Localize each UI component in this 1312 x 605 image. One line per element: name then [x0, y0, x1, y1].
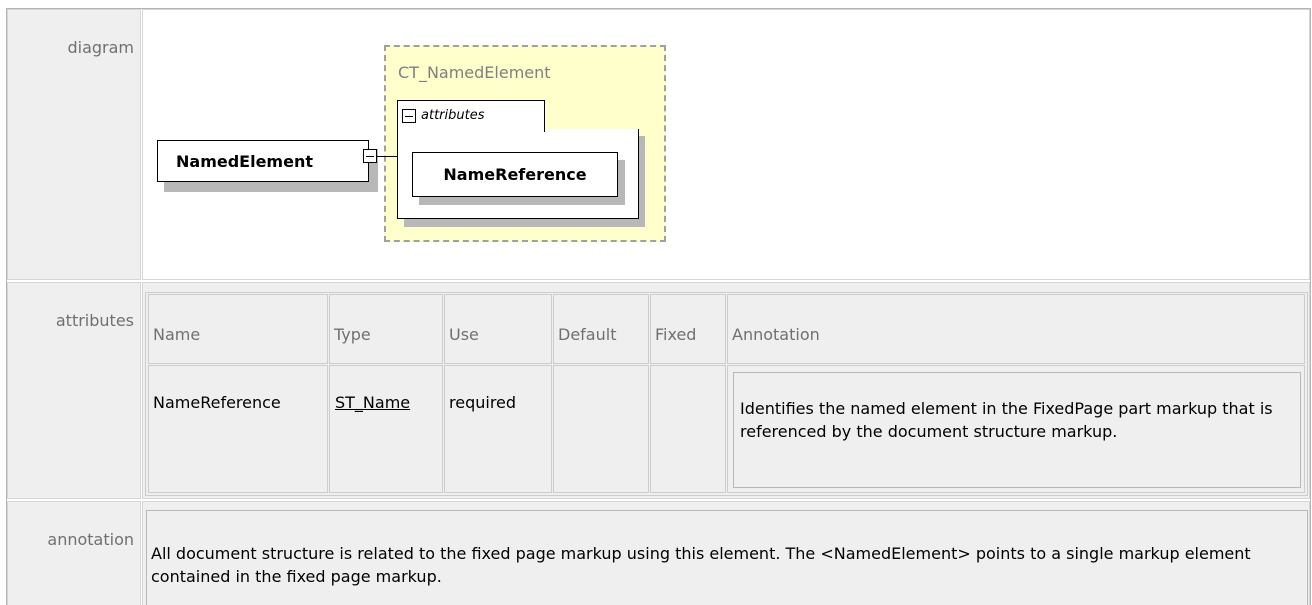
- header-use: Use: [444, 294, 552, 364]
- header-annotation: Annotation: [727, 294, 1305, 364]
- header-default: Default: [553, 294, 649, 364]
- attribute-annotation-text: Identifies the named element in the Fixe…: [733, 372, 1301, 488]
- named-element-box[interactable]: NamedElement: [157, 140, 369, 182]
- header-name: Name: [148, 294, 328, 364]
- diagram-label: diagram: [7, 9, 141, 280]
- element-annotation-text: All document structure is related to the…: [146, 510, 1308, 605]
- connector-line: [376, 156, 397, 157]
- header-fixed: Fixed: [650, 294, 726, 364]
- cell-name: NameReference: [148, 365, 328, 493]
- collapse-attributes-icon[interactable]: [402, 109, 416, 123]
- type-link-st-name[interactable]: ST_Name: [335, 393, 410, 412]
- header-type: Type: [329, 294, 443, 364]
- annotation-label: annotation: [7, 501, 141, 605]
- cell-use: required: [444, 365, 552, 493]
- collapse-element-icon[interactable]: [363, 149, 377, 163]
- complex-type-name: CT_NamedElement: [398, 63, 551, 82]
- cell-default: [553, 365, 649, 493]
- attributes-group-label: attributes: [421, 108, 485, 123]
- cell-type-wrapper: ST_Name: [329, 365, 443, 493]
- attributes-label: attributes: [7, 282, 141, 499]
- cell-fixed: [650, 365, 726, 493]
- name-reference-attribute-box[interactable]: NameReference: [412, 152, 618, 197]
